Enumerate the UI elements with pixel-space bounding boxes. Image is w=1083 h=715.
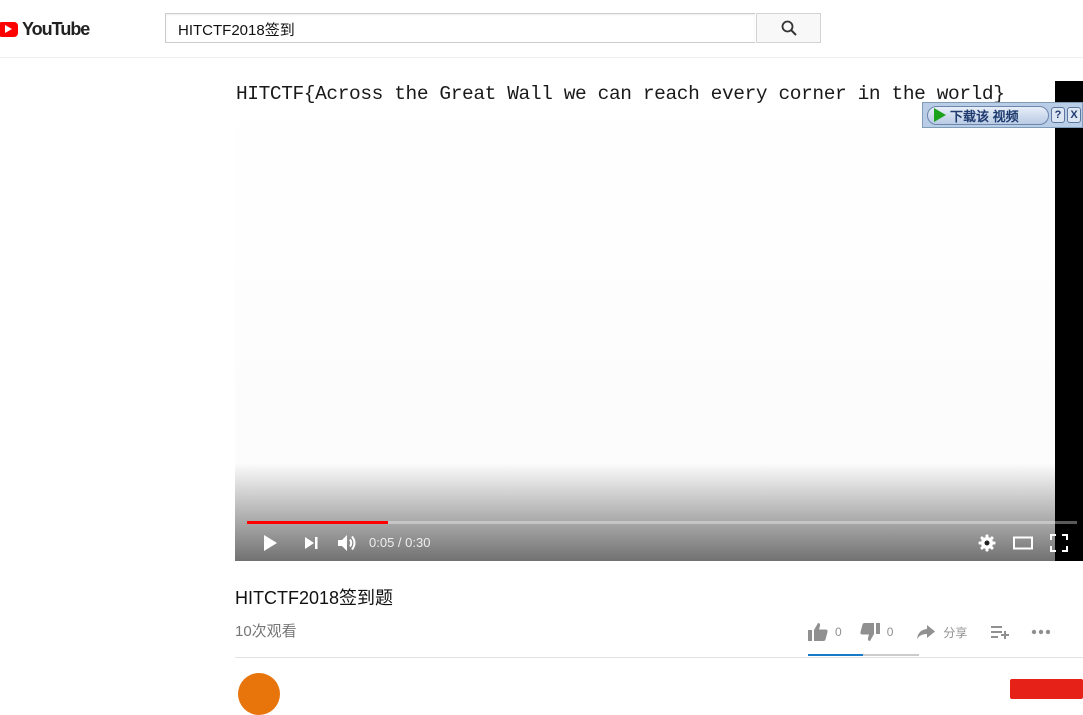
share-label: 分享 (943, 625, 968, 640)
download-video-toolbar: 下载该 视频 ? X (922, 102, 1083, 128)
view-count: 10次观看 (235, 623, 297, 640)
time-display: 0:05 / 0:30 (369, 535, 431, 550)
download-video-button[interactable]: 下载该 视频 (927, 105, 1049, 125)
search-input[interactable] (176, 15, 750, 43)
download-play-icon (934, 108, 946, 122)
add-to-playlist-button[interactable] (991, 625, 1010, 639)
channel-avatar[interactable] (238, 673, 280, 715)
like-count: 0 (835, 625, 842, 639)
dislike-button[interactable]: 0 (860, 623, 894, 641)
logo-text: YouTube (22, 18, 90, 39)
search-button[interactable] (756, 13, 821, 43)
download-close-button[interactable]: X (1067, 107, 1081, 123)
masthead: YouTube (0, 0, 1083, 58)
add-to-playlist-icon (991, 626, 1010, 639)
thumbs-down-icon (860, 623, 880, 641)
share-button[interactable]: 分享 (917, 624, 967, 641)
dislike-count: 0 (886, 625, 894, 639)
controls-gradient (235, 463, 1083, 561)
download-video-label: 下载该 视频 (950, 108, 1019, 124)
next-button[interactable] (301, 532, 321, 554)
search-icon (781, 20, 797, 36)
fullscreen-icon (1050, 534, 1068, 552)
progress-bar-played (247, 521, 389, 524)
play-button[interactable] (259, 532, 281, 554)
youtube-logo[interactable]: YouTube (0, 18, 90, 39)
settings-button[interactable] (976, 532, 998, 554)
divider (235, 657, 1083, 658)
fullscreen-button[interactable] (1048, 532, 1070, 554)
play-icon (264, 535, 277, 551)
next-icon (305, 537, 318, 549)
youtube-play-icon (0, 21, 18, 37)
theater-mode-icon (1013, 536, 1033, 550)
subscribe-button[interactable] (1010, 679, 1083, 699)
share-arrow-icon (917, 625, 936, 639)
download-help-button[interactable]: ? (1051, 107, 1065, 123)
theater-mode-button[interactable] (1011, 532, 1035, 554)
like-button[interactable]: 0 (808, 623, 842, 641)
progress-bar[interactable] (247, 521, 1077, 524)
video-flag-text: HITCTF{Across the Great Wall we can reac… (236, 83, 1005, 105)
more-icon (1032, 629, 1051, 635)
volume-icon (338, 535, 356, 551)
video-title: HITCTF2018签到题 (235, 588, 394, 608)
action-bar: 0 0 分享 (808, 620, 1051, 644)
thumbs-up-icon (808, 623, 828, 641)
more-button[interactable] (1031, 629, 1051, 635)
sentiment-bar-likes (808, 654, 863, 656)
search-box (165, 13, 755, 43)
sentiment-bar (808, 654, 919, 656)
volume-button[interactable] (335, 532, 359, 554)
settings-gear-icon (978, 534, 996, 552)
video-player[interactable]: HITCTF{Across the Great Wall we can reac… (235, 81, 1083, 561)
